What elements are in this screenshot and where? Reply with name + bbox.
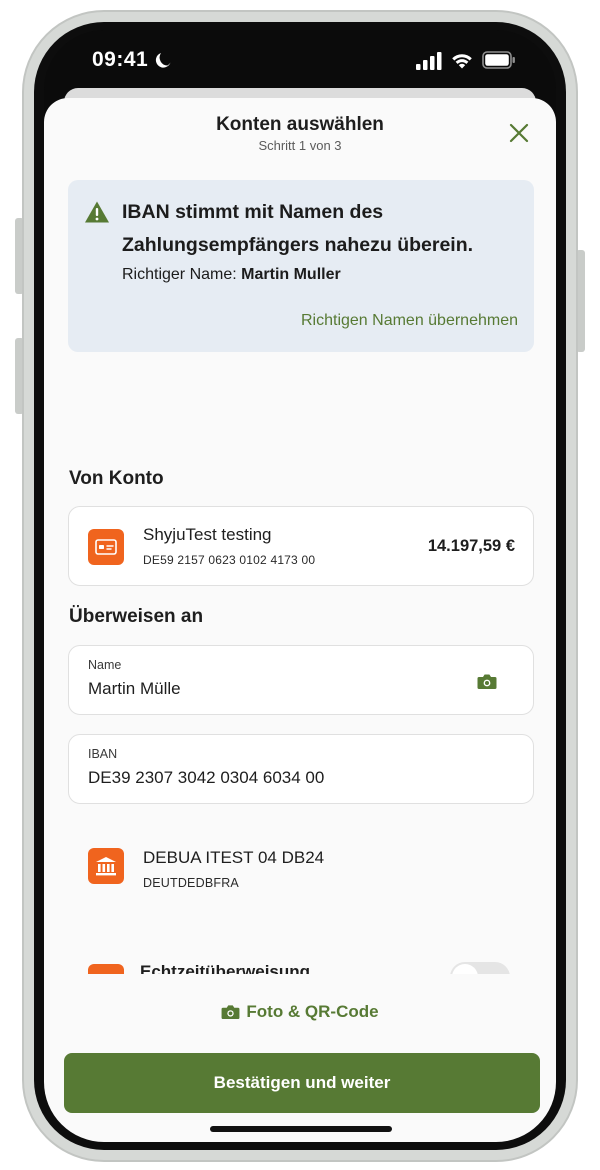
bank-name: DEBUA ITEST 04 DB24 (143, 848, 325, 867)
account-name: ShyjuTest testing (143, 525, 272, 544)
account-iban: DE59 2157 0623 0102 4173 00 (143, 553, 316, 567)
camera-icon[interactable] (477, 673, 497, 690)
from-account-card[interactable]: ShyjuTest testing DE59 2157 0623 0102 41… (68, 506, 534, 586)
recipient-name-field[interactable]: Name Martin Mülle (68, 645, 534, 715)
correct-name-line: Richtiger Name: Martin Muller (122, 266, 341, 284)
name-mismatch-warning: IBAN stimmt mit Namen des Zahlungsempfän… (68, 180, 534, 352)
phone-screen: 09:41 Konten auswählen Schritt 1 von 3 I… (44, 30, 556, 1142)
status-bar: 09:41 (44, 30, 556, 92)
correct-name-value: Martin Muller (241, 266, 341, 283)
camera-icon (221, 1005, 240, 1020)
bank-icon (88, 848, 124, 884)
sheet-title: Konten auswählen (216, 114, 384, 135)
recipient-name-label: Name (88, 658, 122, 672)
wifi-icon (452, 54, 472, 69)
bank-bic: DEUTDEDBFRA (143, 876, 239, 890)
instant-transfer-label: Echtzeitüberweisung (140, 962, 311, 974)
signal-icon (416, 52, 442, 70)
apply-correct-name-link[interactable]: Richtigen Namen übernehmen (301, 312, 518, 330)
recipient-name-value[interactable]: Martin Mülle (88, 679, 181, 699)
home-indicator (210, 1126, 392, 1132)
account-balance: 14.197,59 € (427, 537, 515, 555)
close-icon[interactable] (506, 120, 532, 146)
card-icon (88, 529, 124, 565)
recipient-iban-label: IBAN (88, 747, 118, 761)
battery-icon (482, 51, 515, 69)
moon-icon (155, 53, 171, 68)
instant-transfer-icon (88, 964, 124, 974)
bottom-sheet: Konten auswählen Schritt 1 von 3 IBAN st… (44, 98, 556, 1142)
recipient-iban-value[interactable]: DE39 2307 3042 0304 6034 00 (88, 768, 324, 788)
confirm-and-continue-button[interactable]: Bestätigen und weiter (64, 1053, 540, 1113)
status-time: 09:41 (92, 48, 149, 71)
photo-qr-code-label: Foto & QR-Code (246, 1002, 379, 1021)
correct-name-label: Richtiger Name: (122, 266, 237, 283)
from-account-heading: Von Konto (69, 468, 164, 489)
step-indicator: Schritt 1 von 3 (258, 138, 342, 153)
warning-title: IBAN stimmt mit Namen des Zahlungsempfän… (122, 201, 474, 256)
recipient-iban-field[interactable]: IBAN DE39 2307 3042 0304 6034 00 (68, 734, 534, 804)
photo-qr-code-button[interactable]: Foto & QR-Code (44, 1002, 556, 1022)
warning-triangle-icon (85, 201, 109, 223)
transfer-to-heading: Überweisen an (69, 606, 204, 627)
instant-transfer-toggle[interactable] (450, 962, 510, 974)
instant-transfer-row[interactable]: Echtzeitüberweisung (44, 960, 556, 974)
